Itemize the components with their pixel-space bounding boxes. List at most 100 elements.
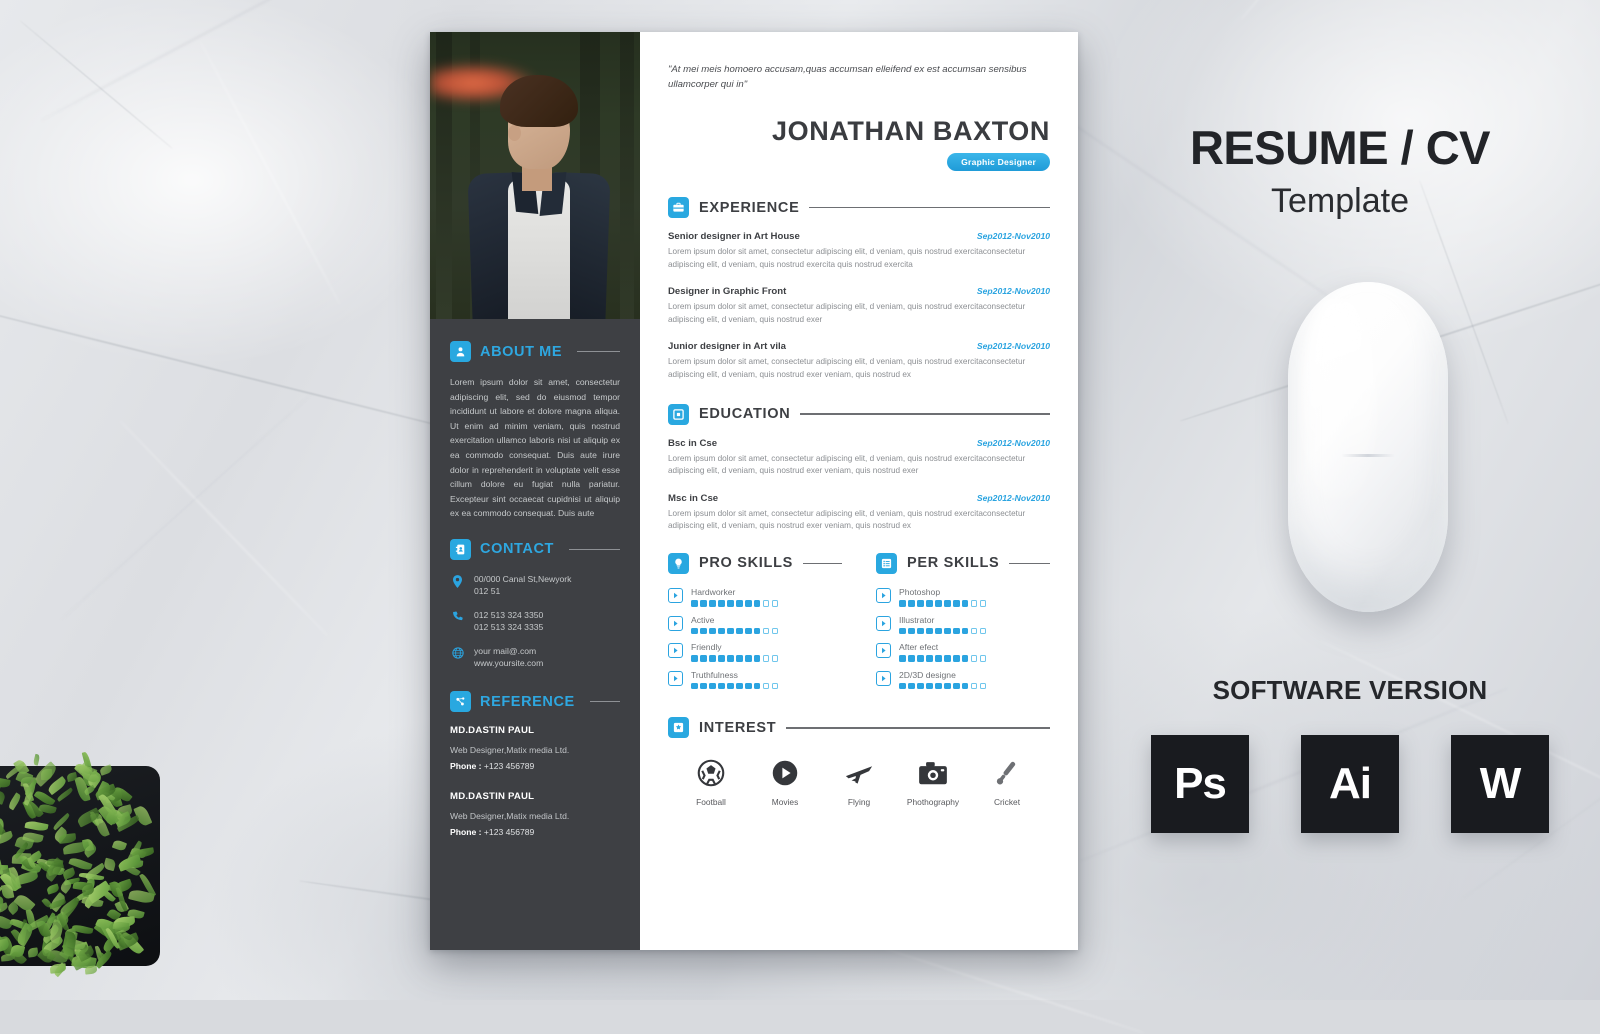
- skill-row: Truthfulness: [668, 670, 842, 690]
- skill-label: 2D/3D designe: [899, 670, 986, 680]
- education-degree: Msc in Cse: [668, 493, 718, 504]
- per-skills-heading: PER SKILLS: [876, 553, 1050, 574]
- education-heading: EDUCATION: [668, 404, 1050, 425]
- cricket-icon: [970, 756, 1044, 790]
- education-item: Bsc in Cse Sep2012-Nov2010 Lorem ipsum d…: [668, 438, 1050, 478]
- globe-icon: [450, 645, 465, 659]
- phone-line-2: 012 513 324 3335: [474, 622, 543, 632]
- reference-name: MD.DASTIN PAUL: [450, 791, 620, 802]
- address-line-2: 012 51: [474, 586, 500, 596]
- phone-icon: [450, 609, 465, 623]
- star-grid-icon: [668, 717, 689, 738]
- reference-item: MD.DASTIN PAUL Web Designer,Matix media …: [450, 791, 620, 837]
- interest-item: Phothography: [896, 756, 970, 807]
- skill-row: 2D/3D designe: [876, 670, 1050, 690]
- education-title: EDUCATION: [699, 406, 790, 422]
- location-pin-icon: [450, 573, 465, 588]
- network-icon: [450, 691, 471, 712]
- computer-mouse: [1288, 282, 1448, 612]
- per-skills-list: Photoshop Illustrator After efect 2D/3D …: [876, 587, 1050, 689]
- heading-rule: [1009, 563, 1050, 564]
- heading-rule: [569, 549, 620, 550]
- interest-heading: INTEREST: [668, 717, 1050, 738]
- experience-title: EXPERIENCE: [699, 200, 799, 216]
- heading-rule: [803, 563, 842, 564]
- fern-plant-decoration: [0, 756, 222, 1006]
- skills-section: PRO SKILLS Hardworker Active Friendly Tr…: [668, 553, 1050, 697]
- reference-phone-number: +123 456789: [484, 761, 534, 771]
- phone-line-1: 012 513 324 3350: [474, 610, 543, 620]
- camera-icon: [896, 756, 970, 790]
- per-skills-column: PER SKILLS Photoshop Illustrator After e…: [876, 553, 1050, 697]
- skill-row: Photoshop: [876, 587, 1050, 607]
- interest-item: Cricket: [970, 756, 1044, 807]
- experience-item: Designer in Graphic Front Sep2012-Nov201…: [668, 286, 1050, 326]
- pro-skills-column: PRO SKILLS Hardworker Active Friendly Tr…: [668, 553, 842, 697]
- chevron-right-icon: [668, 616, 683, 631]
- skill-row: Illustrator: [876, 615, 1050, 635]
- experience-description: Lorem ipsum dolor sit amet, consectetur …: [668, 246, 1050, 271]
- skill-label: Illustrator: [899, 615, 986, 625]
- email-line[interactable]: your mail@.com: [474, 646, 536, 656]
- interest-title: INTEREST: [699, 720, 776, 736]
- briefcase-icon: [668, 197, 689, 218]
- interest-item: Flying: [822, 756, 896, 807]
- education-item: Msc in Cse Sep2012-Nov2010 Lorem ipsum d…: [668, 493, 1050, 533]
- skill-row: Friendly: [668, 642, 842, 662]
- skill-rating: [899, 655, 986, 662]
- experience-description: Lorem ipsum dolor sit amet, consectetur …: [668, 301, 1050, 326]
- education-degree: Bsc in Cse: [668, 438, 717, 449]
- headline-quote: "At mei meis homoero accusam,quas accums…: [668, 62, 1050, 92]
- skill-label: Photoshop: [899, 587, 986, 597]
- contact-phones: 012 513 324 3350 012 513 324 3335: [474, 609, 543, 634]
- reference-item: MD.DASTIN PAUL Web Designer,Matix media …: [450, 725, 620, 771]
- status-badge: Graphic Designer: [947, 153, 1050, 171]
- interest-label: Phothography: [896, 797, 970, 807]
- page-title: JONATHAN BAXTON: [668, 118, 1050, 145]
- experience-description: Lorem ipsum dolor sit amet, consectetur …: [668, 356, 1050, 381]
- heading-rule: [590, 701, 620, 702]
- skill-rating: [691, 600, 778, 607]
- interest-label: Football: [674, 797, 748, 807]
- skill-rating: [691, 628, 778, 635]
- experience-heading: EXPERIENCE: [668, 197, 1050, 218]
- contact-row-address: 00/000 Canal St,Newyork 012 51: [450, 573, 620, 598]
- experience-item: Junior designer in Art vila Sep2012-Nov2…: [668, 341, 1050, 381]
- contact-address: 00/000 Canal St,Newyork 012 51: [474, 573, 571, 598]
- resume-main: "At mei meis homoero accusam,quas accums…: [640, 32, 1078, 950]
- chevron-right-icon: [876, 588, 891, 603]
- per-skills-title: PER SKILLS: [907, 555, 999, 571]
- reference-role: Web Designer,Matix media Ltd.: [450, 745, 620, 755]
- chevron-right-icon: [668, 671, 683, 686]
- heading-rule: [786, 727, 1050, 728]
- phone-book-icon: [450, 539, 471, 560]
- play-circle-icon: [748, 756, 822, 790]
- experience-date: Sep2012-Nov2010: [977, 286, 1050, 296]
- skill-row: After efect: [876, 642, 1050, 662]
- website-line[interactable]: www.yoursite.com: [474, 658, 543, 668]
- skill-label: Hardworker: [691, 587, 778, 597]
- education-date: Sep2012-Nov2010: [977, 438, 1050, 448]
- bulb-icon: [668, 553, 689, 574]
- interest-item: Movies: [748, 756, 822, 807]
- skill-rating: [899, 600, 986, 607]
- reference-heading: REFERENCE: [450, 691, 620, 712]
- skill-rating: [691, 655, 778, 662]
- skill-label: Active: [691, 615, 778, 625]
- software-version-title: SOFTWARE VERSION: [1140, 675, 1560, 706]
- experience-role: Junior designer in Art vila: [668, 341, 786, 352]
- experience-role: Designer in Graphic Front: [668, 286, 786, 297]
- mouse-highlight: [1302, 300, 1376, 510]
- list-icon: [876, 553, 897, 574]
- chevron-right-icon: [876, 671, 891, 686]
- promo-subtitle: Template: [1140, 184, 1540, 218]
- person-figure: [464, 69, 614, 319]
- reference-role: Web Designer,Matix media Ltd.: [450, 811, 620, 821]
- interest-label: Movies: [748, 797, 822, 807]
- pro-skills-list: Hardworker Active Friendly Truthfulness: [668, 587, 842, 689]
- contact-web: your mail@.com www.yoursite.com: [474, 645, 543, 670]
- skill-rating: [691, 683, 778, 690]
- heading-rule: [800, 413, 1050, 414]
- heading-rule: [577, 351, 620, 352]
- skill-label: Truthfulness: [691, 670, 778, 680]
